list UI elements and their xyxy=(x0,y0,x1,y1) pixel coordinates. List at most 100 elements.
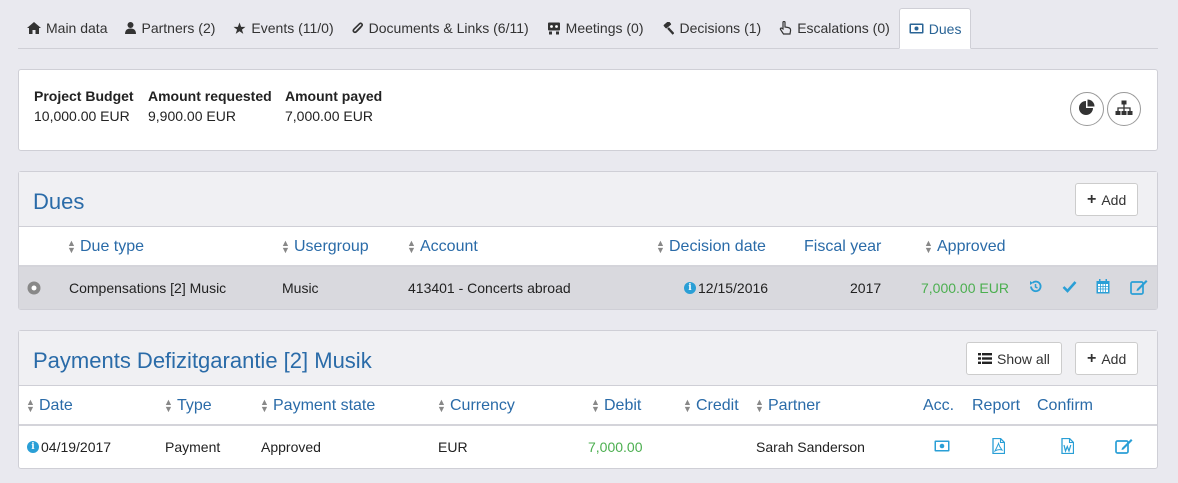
tab-label: Decisions (1) xyxy=(679,20,762,36)
sort-icon: ▲ ▼ xyxy=(260,397,269,414)
tab-documents-links[interactable]: Documents & Links (6/11) xyxy=(343,8,538,48)
sitemap-icon xyxy=(1115,100,1133,119)
pdf-file-icon[interactable] xyxy=(992,438,1005,454)
col-payment-state[interactable]: ▲ ▼ Payment state xyxy=(260,397,375,415)
sort-icon: ▲ ▼ xyxy=(407,238,416,255)
tab-meetings[interactable]: Meetings (0) xyxy=(538,8,653,48)
col-due-type[interactable]: ▲ ▼ Due type xyxy=(67,238,144,256)
col-report: Report xyxy=(972,397,1021,414)
word-file-icon[interactable] xyxy=(1061,438,1074,454)
col-confirm: Confirm xyxy=(1037,397,1094,414)
payments-panel: Payments Defizitgarantie [2] Musik Show … xyxy=(18,330,1158,469)
history-icon[interactable] xyxy=(1028,279,1043,294)
edit-icon[interactable] xyxy=(1115,438,1133,454)
edit-icon[interactable] xyxy=(1130,279,1148,295)
amount-payed-label: Amount payed xyxy=(285,88,383,104)
sort-icon: ▲ ▼ xyxy=(591,397,600,414)
calendar-icon[interactable] xyxy=(1096,279,1110,294)
table-row[interactable]: Compensations [2] Music Music 413401 - C… xyxy=(19,267,1157,309)
sort-icon: ▲ ▼ xyxy=(755,397,764,414)
decision-date-cell: i 12/15/2016 xyxy=(684,280,768,296)
tab-label: Dues xyxy=(928,20,962,37)
add-due-label: Add xyxy=(1101,191,1127,208)
col-usergroup[interactable]: ▲ ▼ Usergroup xyxy=(281,238,369,256)
col-date[interactable]: ▲ ▼ Date xyxy=(26,397,73,415)
amount-payed-value: 7,000.00 EUR xyxy=(285,108,373,124)
gavel-icon xyxy=(661,21,675,35)
tab-dues[interactable]: Dues xyxy=(898,8,972,49)
plus-icon: + xyxy=(1087,190,1097,208)
dues-panel: Dues + Add ▲ ▼ Due type ▲ ▼ Usergroup ▲ ▼ Acco… xyxy=(18,171,1158,310)
paperclip-icon xyxy=(352,21,364,35)
home-icon xyxy=(27,22,41,34)
dues-table-header: ▲ ▼ Due type ▲ ▼ Usergroup ▲ ▼ Account ▲ ▼ Decis… xyxy=(19,227,1157,267)
due-type-cell: Compensations [2] Music xyxy=(69,280,227,296)
amount-payed: Amount payed 7,000.00 EUR xyxy=(285,88,382,124)
payments-panel-header: Payments Defizitgarantie [2] Musik Show … xyxy=(19,331,1157,386)
col-decision-date[interactable]: ▲ ▼ Decision date xyxy=(656,238,766,256)
dues-title: Dues xyxy=(33,189,85,214)
amount-requested-value: 9,900.00 EUR xyxy=(148,108,236,124)
info-icon[interactable]: i xyxy=(684,282,696,294)
col-approved[interactable]: ▲ ▼ Approved xyxy=(924,238,1005,256)
project-budget: Project Budget 10,000.00 EUR xyxy=(34,88,134,124)
money-icon xyxy=(909,23,924,34)
col-currency[interactable]: ▲ ▼ Currency xyxy=(437,397,515,415)
radio-icon[interactable] xyxy=(27,281,41,298)
check-icon[interactable] xyxy=(1062,279,1077,294)
tab-label: Escalations (0) xyxy=(797,20,890,36)
sort-icon: ▲ ▼ xyxy=(281,238,290,255)
info-icon[interactable]: i xyxy=(27,441,39,453)
plus-icon: + xyxy=(1087,349,1097,367)
tab-label: Meetings (0) xyxy=(565,20,644,36)
add-payment-label: Add xyxy=(1101,350,1127,367)
tab-label: Main data xyxy=(46,20,108,36)
partner-cell: Sarah Sanderson xyxy=(756,439,865,455)
add-payment-button[interactable]: + Add xyxy=(1075,342,1139,375)
col-credit[interactable]: ▲ ▼ Credit xyxy=(683,397,739,415)
account-cell: 413401 - Concerts abroad xyxy=(408,280,571,296)
col-debit[interactable]: ▲ ▼ Debit xyxy=(591,397,641,415)
tab-decisions[interactable]: Decisions (1) xyxy=(652,8,770,48)
fiscal-year-cell: 2017 xyxy=(850,280,882,296)
add-due-button[interactable]: + Add xyxy=(1075,183,1139,216)
sort-icon: ▲ ▼ xyxy=(26,397,35,414)
currency-cell: EUR xyxy=(438,439,468,455)
tab-events[interactable]: Events (11/0) xyxy=(224,8,342,48)
sort-icon: ▲ ▼ xyxy=(67,238,76,255)
state-cell: Approved xyxy=(261,439,321,455)
col-fiscal-year[interactable]: Fiscal year xyxy=(804,238,881,256)
tab-escalations[interactable]: Escalations (0) xyxy=(770,8,899,48)
type-cell: Payment xyxy=(165,439,221,455)
hierarchy-button[interactable] xyxy=(1107,92,1141,126)
pie-chart-button[interactable] xyxy=(1070,92,1104,126)
sort-icon: ▲ ▼ xyxy=(164,397,173,414)
sort-icon: ▲ ▼ xyxy=(656,238,665,255)
money-icon[interactable] xyxy=(934,440,950,452)
col-partner[interactable]: ▲ ▼ Partner xyxy=(755,397,820,415)
star-icon xyxy=(233,22,246,35)
debit-cell: 7,000.00 xyxy=(588,439,643,455)
sort-icon: ▲ ▼ xyxy=(924,238,933,255)
col-acc: Acc. xyxy=(923,397,955,414)
tab-label: Events (11/0) xyxy=(251,20,334,36)
date-cell: i 04/19/2017 xyxy=(27,439,111,455)
dues-panel-header: Dues + Add xyxy=(19,172,1157,227)
budget-summary-panel: Project Budget 10,000.00 EUR Amount requ… xyxy=(18,69,1158,151)
project-budget-value: 10,000.00 EUR xyxy=(34,108,130,124)
col-account[interactable]: ▲ ▼ Account xyxy=(407,238,478,256)
amount-requested-label: Amount requested xyxy=(148,88,272,104)
hand-pointer-icon xyxy=(779,21,792,35)
table-row[interactable]: i 04/19/2017 Payment Approved EUR 7,000.0… xyxy=(19,426,1157,468)
tab-partners[interactable]: Partners (2) xyxy=(116,8,224,48)
user-icon xyxy=(125,22,137,34)
payments-table-header: ▲ ▼ Date ▲ ▼ Type ▲ ▼ Payment state ▲ ▼ Currency… xyxy=(19,386,1157,426)
usergroup-cell: Music xyxy=(282,280,319,296)
approved-amount-cell: 7,000.00 EUR xyxy=(921,280,1009,296)
tab-label: Documents & Links (6/11) xyxy=(368,20,529,36)
show-all-button[interactable]: Show all xyxy=(966,342,1062,375)
list-icon xyxy=(978,353,992,364)
tab-main-data[interactable]: Main data xyxy=(18,8,116,48)
col-type[interactable]: ▲ ▼ Type xyxy=(164,397,212,415)
show-all-label: Show all xyxy=(997,350,1050,367)
